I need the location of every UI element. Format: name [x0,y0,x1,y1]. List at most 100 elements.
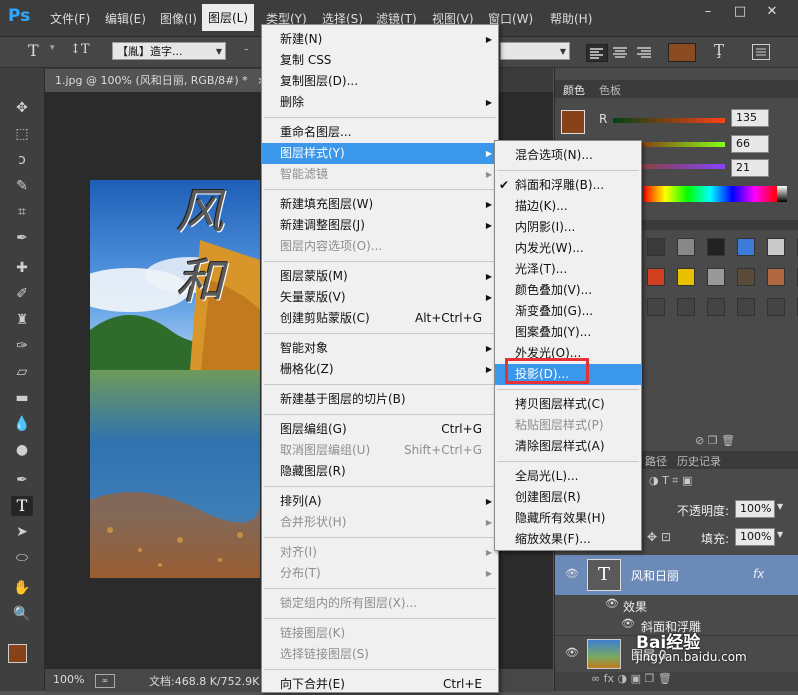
layer-menu-item[interactable]: 矢量蒙版(V) ▶ [262,287,498,308]
layer-menu-item[interactable]: 图层样式(Y) ▶ [262,143,498,164]
style-swatch[interactable] [647,298,665,316]
menu-image[interactable]: 图像(I) [160,10,197,27]
antialias-select[interactable]: ▼ [500,42,570,60]
layer-effects-row[interactable]: 👁 效果 [555,595,798,615]
style-swatch[interactable] [677,268,695,286]
lasso-tool-icon[interactable]: ↄ [11,150,33,170]
opacity-dropdown-arrow-icon[interactable]: ▼ [777,502,783,511]
layer-style-item[interactable]: 描边(K)... [495,196,641,217]
style-swatch[interactable] [707,268,725,286]
brush-tool-icon[interactable]: ✐ [11,284,33,304]
menu-edit[interactable]: 编辑(E) [105,10,146,27]
layer-menu-item[interactable]: 创建剪贴蒙版(C) Alt+Ctrl+G [262,308,498,329]
text-tool-icon[interactable]: T [28,41,39,60]
layer-style-item[interactable]: 混合选项(N)... [495,145,641,166]
path-select-tool-icon[interactable]: ➤ [11,522,33,542]
layer-menu-item[interactable]: 图层编组(G) Ctrl+G [262,419,498,440]
layer-row-text[interactable]: 👁 T 风和日丽 fx [555,555,798,595]
layer-style-item[interactable]: 渐变叠加(G)... [495,301,641,322]
layer-menu-item[interactable]: 隐藏图层(R) [262,461,498,482]
layer-style-item[interactable]: 缩放效果(F)... [495,529,641,550]
warp-text-icon[interactable]: Ţ [714,41,724,59]
text-orientation-icon[interactable]: ↕T [70,42,90,57]
lock-icons[interactable]: ✥ ⊡ [647,530,671,544]
close-button[interactable]: ✕ [762,4,782,20]
maximize-button[interactable]: □ [730,4,750,20]
layer-menu-item[interactable]: 删除 ▶ [262,92,498,113]
dodge-tool-icon[interactable]: ● [11,440,33,460]
color-panel-foreground-swatch[interactable] [561,110,585,134]
layer-menu-item[interactable]: 复制图层(D)... [262,71,498,92]
eyedropper-tool-icon[interactable]: ✒ [11,228,33,248]
align-right-icon[interactable] [634,44,654,60]
foreground-color-swatch[interactable] [8,644,27,663]
style-swatch[interactable] [647,238,665,256]
layer-style-item[interactable]: 隐藏所有效果(H) [495,508,641,529]
layer-menu-item[interactable]: 排列(A) ▶ [262,491,498,512]
menu-file[interactable]: 文件(F) [50,10,90,27]
zoom-tool-icon[interactable]: 🔍 [11,604,33,624]
style-swatch[interactable] [737,298,755,316]
grayscale-ramp[interactable] [777,186,787,202]
layer-style-item[interactable]: 图案叠加(Y)... [495,322,641,343]
move-tool-icon[interactable]: ✥ [11,98,33,118]
text-color-swatch[interactable] [668,43,696,62]
character-panel-icon[interactable] [752,44,770,60]
font-family-select[interactable]: 【胤】造字... ▼ [112,42,226,60]
layer-menu-item[interactable]: 智能对象 ▶ [262,338,498,359]
blue-value-field[interactable]: 21 [731,159,769,177]
fx-badge[interactable]: fx [753,567,764,581]
style-swatch[interactable] [677,238,695,256]
visibility-eye-icon[interactable]: 👁 [621,617,635,630]
style-swatch[interactable] [737,268,755,286]
minimize-button[interactable]: – [698,4,718,20]
menu-layer[interactable]: 图层(L) [202,4,255,31]
style-swatch[interactable] [707,298,725,316]
document-image[interactable]: 风和 [90,180,260,578]
style-swatch[interactable] [707,238,725,256]
tab-paths[interactable]: 路径 [645,453,667,469]
layer-style-item[interactable]: 清除图层样式(A) [495,436,641,457]
status-nav-icon[interactable]: ∞ [95,674,115,688]
layer-style-item[interactable]: 内阴影(I)... [495,217,641,238]
tab-history[interactable]: 历史记录 [677,453,721,469]
layer-style-item[interactable]: 内发光(W)... [495,238,641,259]
style-swatch[interactable] [737,238,755,256]
menu-help[interactable]: 帮助(H) [550,10,592,27]
layer-menu-item[interactable]: 新建(N) ▶ [262,29,498,50]
layer-menu-item[interactable]: 新建填充图层(W) ▶ [262,194,498,215]
color-spectrum-bar[interactable] [643,186,777,202]
visibility-eye-icon[interactable]: 👁 [565,646,579,659]
visibility-eye-icon[interactable]: 👁 [565,567,579,580]
layer-menu-item[interactable]: 新建调整图层(J) ▶ [262,215,498,236]
layer-menu-item[interactable]: 栅格化(Z) ▶ [262,359,498,380]
red-value-field[interactable]: 135 [731,109,769,127]
crop-tool-icon[interactable]: ⌗ [11,202,33,222]
blur-tool-icon[interactable]: 💧 [11,414,33,434]
hand-tool-icon[interactable]: ✋ [11,578,33,598]
layer-style-item[interactable]: 全局光(L)... [495,466,641,487]
visibility-eye-icon[interactable]: 👁 [605,597,619,610]
pen-tool-icon[interactable]: ✒ [11,470,33,490]
quick-select-tool-icon[interactable]: ✎ [11,176,33,196]
type-tool-icon[interactable]: T [11,496,33,516]
style-swatch[interactable] [647,268,665,286]
shape-tool-icon[interactable]: ⬭ [11,548,33,568]
layer-menu-item[interactable]: 重命名图层... [262,122,498,143]
zoom-level[interactable]: 100% [53,673,84,686]
green-value-field[interactable]: 66 [731,135,769,153]
layer-style-item[interactable]: 拷贝图层样式(C) [495,394,641,415]
layer-menu-item[interactable]: 图层蒙版(M) ▶ [262,266,498,287]
opacity-field[interactable]: 100% [735,500,775,518]
style-swatch[interactable] [767,238,785,256]
layer-menu-item[interactable]: 复制 CSS [262,50,498,71]
layer-style-item[interactable]: 光泽(T)... [495,259,641,280]
red-slider[interactable] [613,118,725,123]
tab-swatches[interactable]: 色板 [599,82,621,98]
fill-field[interactable]: 100% [735,528,775,546]
style-swatch[interactable] [767,268,785,286]
clone-stamp-tool-icon[interactable]: ♜ [11,310,33,330]
tab-color[interactable]: 颜色 [563,82,585,98]
layer-filter-icons[interactable]: ◑ T ⌗ ▣ [649,474,692,488]
healing-brush-tool-icon[interactable]: ✚ [11,258,33,278]
